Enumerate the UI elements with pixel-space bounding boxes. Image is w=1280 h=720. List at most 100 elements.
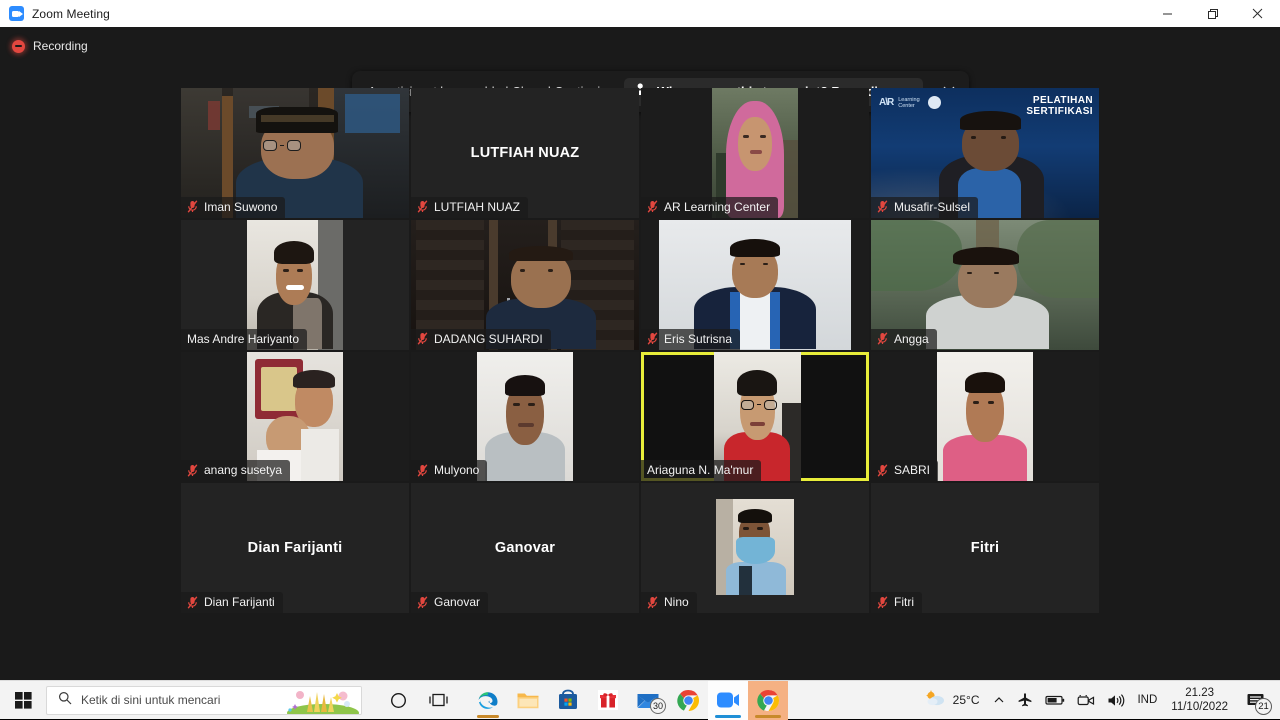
participant-tile[interactable]: Angga <box>871 219 1099 350</box>
window-title: Zoom Meeting <box>32 6 110 21</box>
participant-tile[interactable]: A\R Learning Center PELATIHAN SERTIFIKASI <box>871 88 1099 218</box>
sun-cloud-icon <box>924 689 946 712</box>
system-tray: 25°C IND 21.23 11/10/2022 21 <box>920 681 1280 720</box>
participant-name: Musafir-Sulsel <box>894 199 971 214</box>
participant-tile[interactable]: Ganovar Ganovar <box>411 483 639 613</box>
microsoft-store-icon[interactable] <box>548 681 588 720</box>
participant-tile[interactable]: Fitri Fitri <box>871 483 1099 613</box>
search-illustration-icon <box>283 686 361 714</box>
close-button[interactable] <box>1235 0 1280 27</box>
mail-icon[interactable]: 30 <box>628 681 668 720</box>
search-input[interactable]: Ketik di sini untuk mencari <box>46 685 362 715</box>
temperature-label: 25°C <box>952 693 980 707</box>
chevron-up-icon[interactable] <box>987 681 1011 720</box>
participant-tile[interactable]: Nino <box>641 483 869 613</box>
mic-muted-icon <box>187 200 198 213</box>
participant-tile[interactable]: anang susetya <box>181 351 409 482</box>
participant-name: DADANG SUHARDI <box>434 331 543 346</box>
participant-tile[interactable]: Mulyono <box>411 351 639 482</box>
gift-icon[interactable] <box>588 681 628 720</box>
participant-name: Mulyono <box>434 463 480 478</box>
chrome-icon[interactable] <box>668 681 708 720</box>
participant-name: SABRI <box>894 463 931 478</box>
participant-name: AR Learning Center <box>664 199 771 214</box>
participant-tile[interactable]: LUTFIAH NUAZ LUTFIAH NUAZ <box>411 88 639 218</box>
task-view-icon[interactable] <box>418 681 458 720</box>
zoom-icon <box>9 6 24 21</box>
recording-dot-icon <box>12 39 25 53</box>
mic-muted-icon <box>877 595 888 609</box>
file-explorer-icon[interactable] <box>508 681 548 720</box>
clock-widget[interactable]: 21.23 11/10/2022 <box>1163 686 1236 714</box>
weather-widget[interactable]: 25°C <box>920 689 988 712</box>
mic-muted-icon <box>187 464 198 477</box>
notification-badge: 21 <box>1255 697 1272 715</box>
camera-icon[interactable] <box>1071 681 1101 720</box>
participant-name: Nino <box>664 595 689 609</box>
participant-nameplate: Angga <box>871 328 937 350</box>
edge-icon[interactable] <box>468 681 508 720</box>
participant-name: Eris Sutrisna <box>664 331 733 346</box>
participant-tile[interactable]: Mas Andre Hariyanto <box>181 219 409 350</box>
cortana-icon[interactable] <box>378 681 418 720</box>
clock-time: 21.23 <box>1185 687 1215 699</box>
window-controls <box>1145 0 1280 27</box>
mic-muted-icon <box>647 332 658 345</box>
participant-nameplate: Fitri <box>871 592 922 613</box>
language-indicator[interactable]: IND <box>1131 681 1163 720</box>
participant-tile[interactable]: DADANG SUHARDI <box>411 219 639 350</box>
minimize-button[interactable] <box>1145 0 1190 27</box>
mic-muted-icon <box>417 332 428 345</box>
participant-nameplate: Ganovar <box>411 592 489 613</box>
backdrop-text-top: PELATIHAN <box>1032 95 1093 106</box>
participant-name: anang susetya <box>204 463 283 478</box>
mic-muted-icon <box>877 332 888 345</box>
participant-name: Dian Farijanti <box>204 595 275 609</box>
participant-tile[interactable]: AR Learning Center <box>641 88 869 218</box>
windows-start-icon[interactable] <box>0 681 46 720</box>
participant-name: LUTFIAH NUAZ <box>434 199 521 214</box>
participant-tile[interactable]: Iman Suwono <box>181 88 409 218</box>
participant-nameplate: SABRI <box>871 460 939 482</box>
participant-nameplate: Ariaguna N. Ma'mur <box>641 460 762 482</box>
zoom-meeting-window: Recording A participant has enabled Clos… <box>0 27 1280 680</box>
participant-tile[interactable]: Eris Sutrisna <box>641 219 869 350</box>
mic-muted-icon <box>187 595 198 609</box>
participant-nameplate: Nino <box>641 592 697 613</box>
windows-taskbar: Ketik di sini untuk mencari 30 25°C IND … <box>0 680 1280 720</box>
participant-name: Angga <box>894 331 929 346</box>
participant-nameplate: Eris Sutrisna <box>641 328 741 350</box>
participant-nameplate: AR Learning Center <box>641 196 779 218</box>
backdrop-text-bottom: SERTIFIKASI <box>1026 106 1093 117</box>
maximize-button[interactable] <box>1190 0 1235 27</box>
clock-date: 11/10/2022 <box>1171 701 1228 713</box>
participant-name: Ariaguna N. Ma'mur <box>647 463 754 478</box>
participant-nameplate: DADANG SUHARDI <box>411 328 551 350</box>
participant-name: Mas Andre Hariyanto <box>187 331 300 346</box>
participant-nameplate: Iman Suwono <box>181 196 286 218</box>
search-icon <box>58 691 72 710</box>
participant-nameplate: anang susetya <box>181 460 291 482</box>
mic-muted-icon <box>647 200 658 213</box>
zoom-icon[interactable] <box>708 680 748 720</box>
participant-nameplate: Dian Farijanti <box>181 592 283 613</box>
participant-name: Iman Suwono <box>204 199 278 214</box>
participant-nameplate: LUTFIAH NUAZ <box>411 196 529 218</box>
notification-icon[interactable]: 21 <box>1236 681 1274 720</box>
recording-indicator[interactable]: Recording <box>12 39 88 53</box>
battery-icon[interactable] <box>1039 681 1071 720</box>
participant-tile[interactable]: Dian Farijanti Dian Farijanti <box>181 483 409 613</box>
recording-label: Recording <box>33 39 88 53</box>
participant-tile[interactable]: SABRI <box>871 351 1099 482</box>
mail-badge: 30 <box>650 697 666 714</box>
volume-icon[interactable] <box>1101 681 1131 720</box>
chrome-active-icon[interactable] <box>748 680 788 720</box>
participant-name: Ganovar <box>434 595 481 609</box>
window-titlebar: Zoom Meeting <box>0 0 1280 27</box>
search-placeholder: Ketik di sini untuk mencari <box>81 693 221 707</box>
mic-muted-icon <box>647 595 658 609</box>
participant-tile-active-speaker[interactable]: Ariaguna N. Ma'mur <box>641 351 869 482</box>
airplane-mode-icon[interactable] <box>1011 681 1039 720</box>
mic-muted-icon <box>417 595 428 609</box>
mic-muted-icon <box>877 200 888 213</box>
